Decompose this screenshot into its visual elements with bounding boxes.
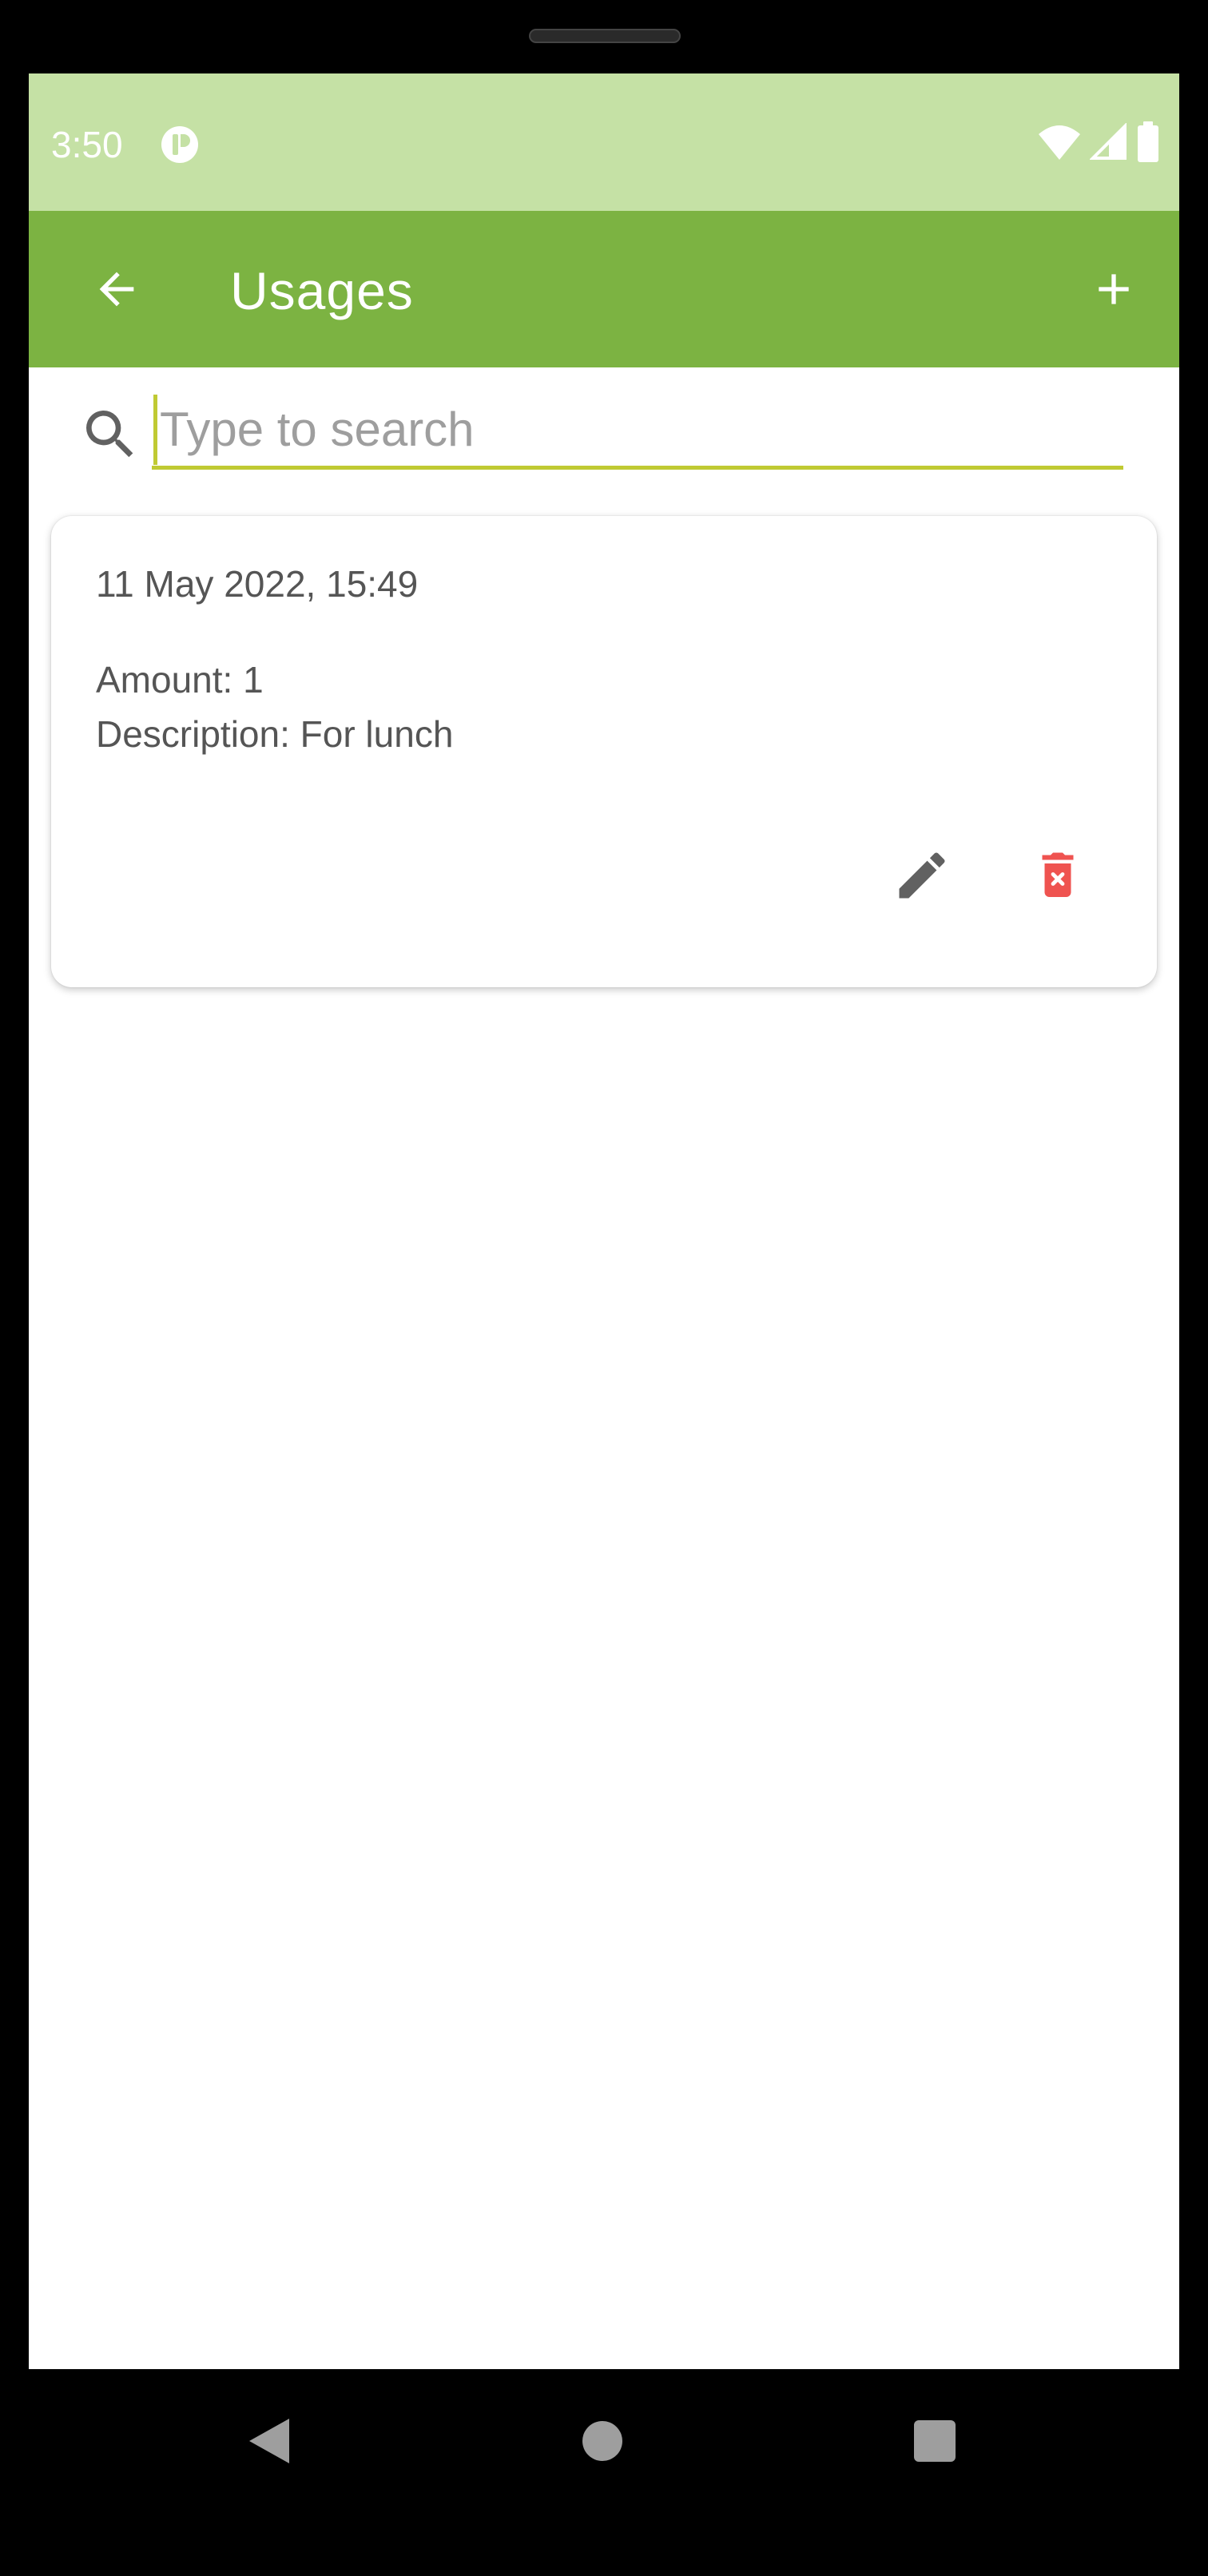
pencil-icon [899, 852, 945, 899]
status-icons [1037, 121, 1160, 163]
add-usage-button[interactable] [1074, 249, 1154, 329]
back-button[interactable] [77, 249, 157, 329]
nav-back-icon[interactable] [240, 2409, 304, 2473]
app-notification-icon [161, 126, 198, 163]
search-row [29, 367, 1179, 495]
search-icon [86, 411, 133, 458]
arrow-back-icon [99, 272, 134, 307]
phone-frame: 3:50 Usages Type to search 11 May 2022, … [0, 0, 1208, 2576]
system-navigation-bar [0, 2369, 1208, 2576]
status-time: 3:50 [51, 124, 123, 165]
search-field [152, 393, 1123, 470]
cellular-signal-icon [1090, 123, 1127, 160]
nav-home-icon[interactable] [570, 2409, 634, 2473]
phone-speaker [529, 29, 681, 43]
search-input[interactable] [152, 393, 1123, 466]
edit-usage-button[interactable] [882, 836, 962, 915]
delete-usage-button[interactable] [1018, 836, 1098, 915]
status-bar: 3:50 [29, 73, 1179, 211]
plus-icon [1099, 274, 1129, 304]
battery-icon [1138, 121, 1158, 162]
page-title: Usages [230, 261, 414, 320]
nav-recents-icon[interactable] [903, 2409, 967, 2473]
trash-icon [1042, 852, 1074, 897]
usage-date: 11 May 2022, 15:49 [96, 563, 419, 605]
wifi-icon [1039, 125, 1080, 160]
usage-description: Description: For lunch [96, 713, 454, 755]
usage-card[interactable]: 11 May 2022, 15:49 Amount: 1 Description… [51, 516, 1157, 987]
app-bar: Usages [29, 211, 1179, 367]
screen: 3:50 Usages Type to search 11 May 2022, … [29, 73, 1179, 2369]
usage-amount: Amount: 1 [96, 659, 264, 701]
